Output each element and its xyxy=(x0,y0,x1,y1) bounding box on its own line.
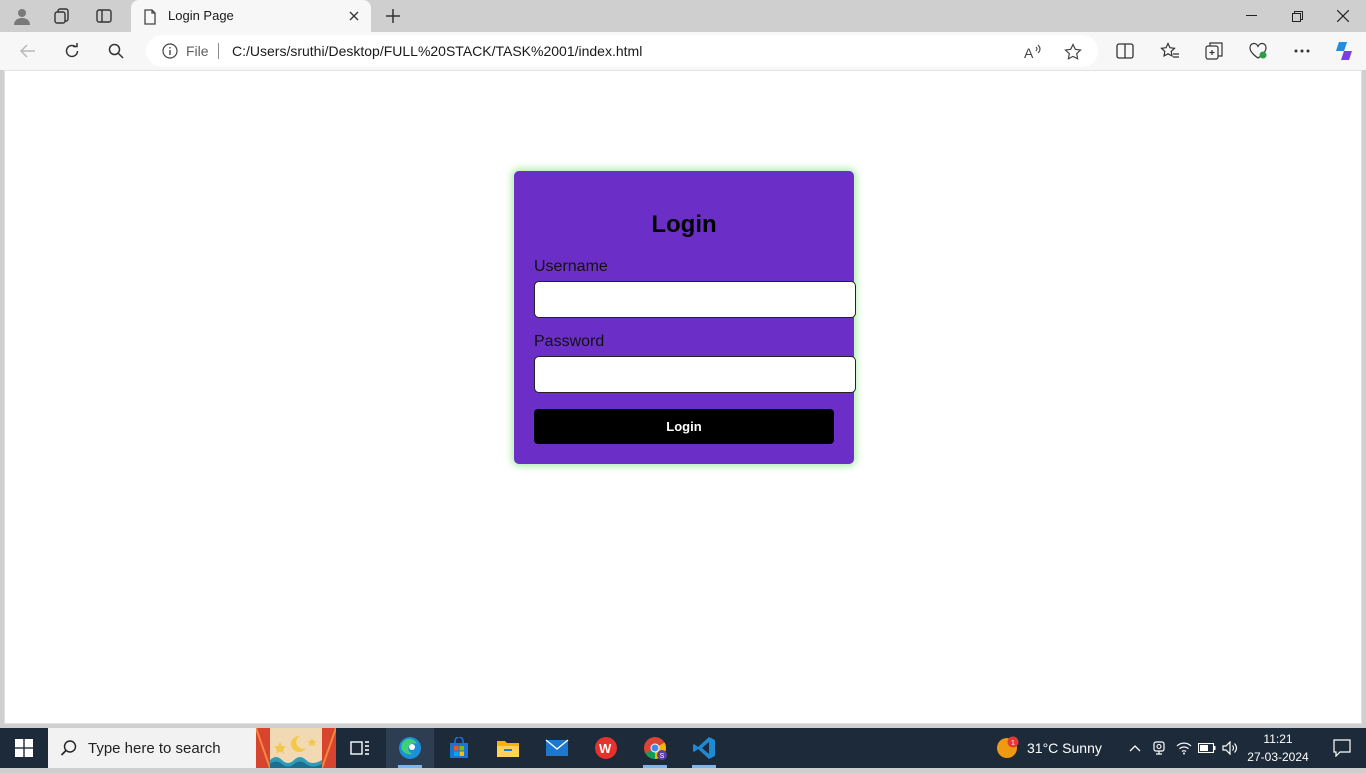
windows-start-icon[interactable] xyxy=(0,728,48,768)
login-title: Login xyxy=(651,211,717,238)
taskbar-search-box[interactable]: Type here to search xyxy=(48,728,256,768)
vscode-icon[interactable] xyxy=(680,728,728,768)
password-label: Password xyxy=(534,333,605,350)
login-button[interactable]: Login xyxy=(534,409,834,444)
address-scheme-label: File xyxy=(186,43,209,59)
tab-title: Login Page xyxy=(168,8,234,23)
page-icon xyxy=(143,9,157,30)
mail-icon[interactable] xyxy=(533,728,581,768)
volume-icon[interactable] xyxy=(1219,737,1241,759)
file-explorer-icon[interactable] xyxy=(484,728,532,768)
taskbar: Type here to search W S 1 31°C Sunny 11:… xyxy=(0,728,1366,768)
chrome-icon[interactable]: S xyxy=(631,728,679,768)
vertical-tabs-icon[interactable] xyxy=(90,4,118,28)
new-tab-button[interactable] xyxy=(380,4,406,28)
svg-text:A: A xyxy=(1024,45,1034,60)
store-icon[interactable] xyxy=(435,728,483,768)
workspaces-icon[interactable] xyxy=(48,4,76,28)
search-icon[interactable] xyxy=(101,37,131,65)
clock-time: 11:21 xyxy=(1263,732,1293,746)
minimize-button[interactable] xyxy=(1228,0,1274,32)
profile-icon[interactable] xyxy=(8,4,36,28)
clock-date: 27-03-2024 xyxy=(1247,750,1309,764)
page-viewport: Login Username Password Login xyxy=(4,70,1362,724)
collections-icon[interactable] xyxy=(1199,37,1229,65)
split-screen-icon[interactable] xyxy=(1110,37,1140,65)
refresh-button[interactable] xyxy=(57,37,87,65)
site-info-icon[interactable] xyxy=(162,43,178,64)
tab-login-page[interactable]: Login Page xyxy=(131,0,371,32)
username-input[interactable] xyxy=(534,281,856,318)
browser-toolbar: File C:/Users/sruthi/Desktop/FULL%20STAC… xyxy=(0,32,1366,70)
svg-text:W: W xyxy=(599,741,612,756)
back-button[interactable] xyxy=(13,37,43,65)
close-tab-icon[interactable] xyxy=(345,7,363,25)
edge-taskbar-icon[interactable] xyxy=(386,728,434,768)
taskbar-clock[interactable]: 11:21 27-03-2024 xyxy=(1240,730,1316,766)
notifications-icon[interactable] xyxy=(1318,728,1366,768)
wps-office-icon[interactable]: W xyxy=(582,728,630,768)
read-aloud-icon[interactable]: A xyxy=(1022,41,1044,63)
weather-text: 31°C Sunny xyxy=(1027,740,1102,756)
search-icon xyxy=(60,739,78,762)
browser-title-bar: Login Page xyxy=(0,0,1366,32)
restore-button[interactable] xyxy=(1274,0,1320,32)
favorites-icon[interactable] xyxy=(1155,37,1185,65)
address-url[interactable]: C:/Users/sruthi/Desktop/FULL%20STACK/TAS… xyxy=(232,43,642,59)
address-bar[interactable]: File C:/Users/sruthi/Desktop/FULL%20STAC… xyxy=(146,35,1098,67)
login-card: Login Username Password Login xyxy=(514,171,856,464)
show-hidden-icons-icon[interactable] xyxy=(1124,737,1146,759)
network-icon[interactable] xyxy=(1173,737,1195,759)
username-label: Username xyxy=(534,258,608,275)
weather-widget[interactable]: 1 31°C Sunny xyxy=(995,728,1102,768)
favorite-star-icon[interactable] xyxy=(1062,41,1084,63)
close-window-button[interactable] xyxy=(1320,0,1366,32)
task-view-icon[interactable] xyxy=(336,728,384,768)
copilot-icon[interactable] xyxy=(1329,37,1359,65)
search-highlight-image[interactable] xyxy=(256,728,336,768)
chrome-profile-badge: S xyxy=(660,753,665,760)
password-input[interactable] xyxy=(534,356,856,393)
battery-icon[interactable] xyxy=(1196,737,1218,759)
address-divider xyxy=(218,43,219,59)
search-placeholder: Type here to search xyxy=(88,740,221,757)
weather-badge: 1 xyxy=(1011,740,1015,747)
browser-essentials-icon[interactable] xyxy=(1243,37,1273,65)
more-options-icon[interactable] xyxy=(1287,37,1317,65)
meet-now-icon[interactable] xyxy=(1148,737,1170,759)
weather-sun-icon: 1 xyxy=(997,736,1019,758)
